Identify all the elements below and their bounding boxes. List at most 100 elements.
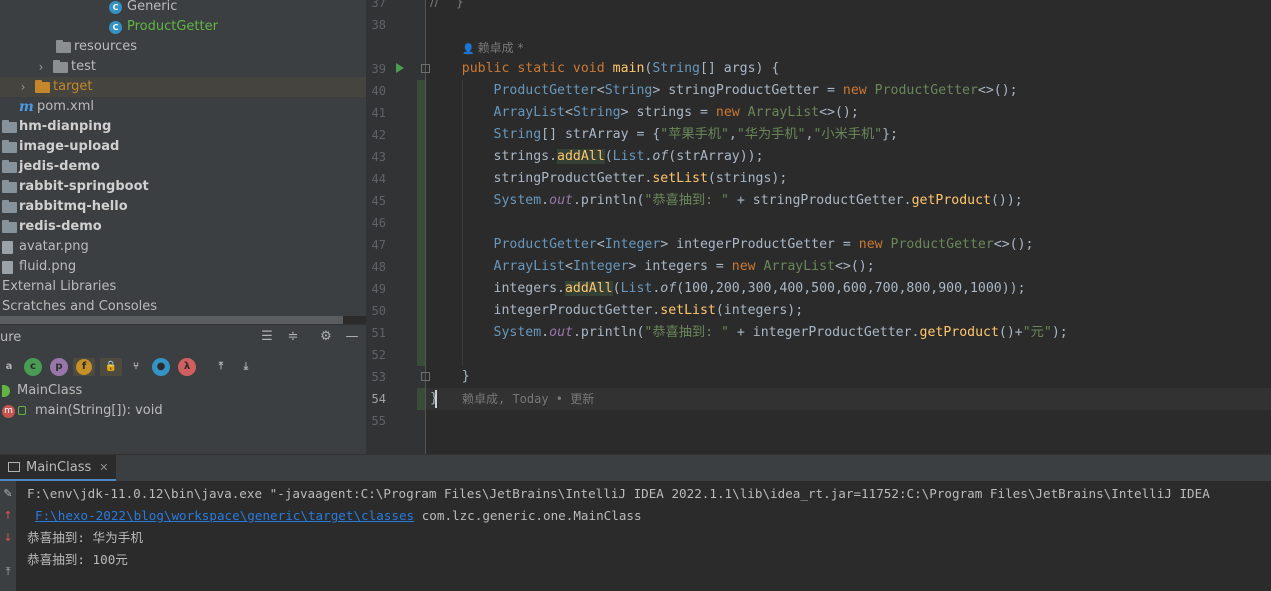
person-icon: 👤 xyxy=(462,44,478,55)
code-line[interactable]: ProductGetter<Integer> integerProductGet… xyxy=(430,234,1034,256)
tree-item[interactable]: avatar.png xyxy=(0,237,366,257)
public-lock-icon xyxy=(18,406,26,415)
run-gutter-icon[interactable] xyxy=(396,63,404,73)
tree-item[interactable]: › test xyxy=(0,57,366,77)
code-line[interactable]: // } xyxy=(430,0,464,14)
properties-icon[interactable]: p xyxy=(50,358,68,376)
minimize-icon[interactable]: — xyxy=(344,329,360,345)
line-number: 53 xyxy=(371,370,386,384)
chevron-right-icon[interactable]: › xyxy=(35,57,47,77)
down-arrow-icon[interactable]: ↓ xyxy=(2,531,14,545)
vcs-change-marker[interactable] xyxy=(417,80,425,366)
tree-item-label: test xyxy=(71,59,96,74)
chevron-right-icon[interactable]: › xyxy=(17,77,29,97)
tree-item[interactable]: Scratches and Consoles xyxy=(0,297,366,316)
image-file-icon xyxy=(2,241,13,254)
structure-method-row[interactable]: m main(String[]): void xyxy=(0,401,366,421)
tree-horizontal-scrollbar[interactable] xyxy=(0,316,343,324)
tree-item[interactable]: External Libraries xyxy=(0,277,366,297)
structure-panel-title: ure xyxy=(0,330,22,345)
line-number: 39 xyxy=(371,62,386,76)
anonymous-classes-icon[interactable]: ⑂ xyxy=(127,358,145,376)
tree-item-label: avatar.png xyxy=(19,239,89,254)
fold-marker-icon[interactable] xyxy=(421,64,430,73)
code-line[interactable]: integerProductGetter.setList(integers); xyxy=(430,300,804,322)
structure-class-row[interactable]: MainClass xyxy=(0,381,366,401)
folder-icon xyxy=(56,40,71,53)
wrench-icon[interactable]: ✎ xyxy=(2,487,14,501)
lambda-icon[interactable]: λ xyxy=(178,358,196,376)
code-line[interactable]: String[] strArray = {"苹果手机","华为手机","小米手机… xyxy=(430,124,898,146)
run-side-toolbar: ✎ ↑ ↓ ⤒ xyxy=(0,481,16,591)
code-line[interactable]: ArrayList<Integer> integers = new ArrayL… xyxy=(430,256,875,278)
lambdas-icon[interactable]: ● xyxy=(152,358,170,376)
module-folder-icon xyxy=(2,180,17,193)
code-line[interactable]: ArrayList<String> strings = new ArrayLis… xyxy=(430,102,859,124)
tree-item-label: resources xyxy=(74,39,138,54)
tree-item[interactable]: C ProductGetter xyxy=(0,17,366,37)
tree-item-label: hm-dianping xyxy=(19,119,112,134)
run-tab-label: MainClass xyxy=(26,460,92,475)
line-number: 46 xyxy=(371,216,386,230)
code-line[interactable]: strings.addAll(List.of(strArray)); xyxy=(430,146,764,168)
code-editor[interactable]: // } public static void main(String[] ar… xyxy=(366,0,1271,454)
excluded-folder-icon xyxy=(35,80,50,93)
main-class-text: com.lzc.generic.one.MainClass xyxy=(414,508,642,523)
classpath-link[interactable]: F:\hexo-2022\blog\workspace\generic\targ… xyxy=(35,508,414,523)
tree-item[interactable]: m pom.xml xyxy=(0,97,366,117)
structure-toolbar: a c p f 🔒 ⑂ ● λ ⤒ ⤓ xyxy=(0,354,366,380)
gear-icon[interactable]: ⚙ xyxy=(318,329,334,345)
tree-item[interactable]: jedis-demo xyxy=(0,157,366,177)
tree-item[interactable]: redis-demo xyxy=(0,217,366,237)
structure-class-label: MainClass xyxy=(17,383,83,398)
run-tab-mainclass[interactable]: MainClass ✕ xyxy=(0,455,117,481)
code-line[interactable]: ProductGetter<String> stringProductGette… xyxy=(430,80,1018,102)
console-line: F:\hexo-2022\blog\workspace\generic\targ… xyxy=(35,505,642,527)
line-number: 44 xyxy=(371,172,386,186)
class-icon: C xyxy=(109,21,122,34)
module-folder-icon xyxy=(2,220,17,233)
tree-item[interactable]: fluid.png xyxy=(0,257,366,277)
git-blame-hint[interactable]: 赖卓成, Today • 更新 xyxy=(462,388,594,410)
tree-item[interactable]: hm-dianping xyxy=(0,117,366,137)
tree-item[interactable]: › target xyxy=(0,77,366,97)
collapse-all-icon[interactable]: ≑ xyxy=(285,329,301,345)
vcs-change-marker-end[interactable] xyxy=(417,388,425,410)
code-line[interactable]: System.out.println("恭喜抽到: " + integerPro… xyxy=(430,322,1068,344)
line-number: 49 xyxy=(371,282,386,296)
tree-item[interactable]: image-upload xyxy=(0,137,366,157)
tree-item[interactable]: rabbit-springboot xyxy=(0,177,366,197)
tree-item-label: target xyxy=(53,79,93,94)
structure-method-label: main(String[]): void xyxy=(35,403,163,418)
code-line[interactable]: integers.addAll(List.of(100,200,300,400,… xyxy=(430,278,1026,300)
run-tab-bar: MainClass ✕ xyxy=(0,455,1271,481)
console-icon xyxy=(8,462,20,472)
expand-all-icon[interactable]: ☰ xyxy=(259,329,275,345)
sort-alpha-icon[interactable]: a xyxy=(0,358,18,376)
tree-item-label: image-upload xyxy=(19,139,120,154)
inherited-icon[interactable]: c xyxy=(24,358,42,376)
up-arrow-icon[interactable]: ↑ xyxy=(2,509,14,523)
folder-icon xyxy=(53,60,68,73)
image-file-icon xyxy=(2,261,13,274)
navigate-up-icon[interactable]: ⤒ xyxy=(212,358,230,376)
scroll-top-icon[interactable]: ⤒ xyxy=(2,565,14,579)
line-number: 51 xyxy=(371,326,386,340)
tree-item[interactable]: rabbitmq-hello xyxy=(0,197,366,217)
fold-marker-icon[interactable] xyxy=(421,372,430,381)
tree-item[interactable]: C Generic xyxy=(0,0,366,17)
author-hint[interactable]: 👤 赖卓成 * xyxy=(462,38,523,60)
console-line: F:\env\jdk-11.0.12\bin\java.exe "-javaag… xyxy=(27,486,1210,501)
tree-item[interactable]: resources xyxy=(0,37,366,57)
module-folder-icon xyxy=(2,160,17,173)
fields-icon[interactable]: f xyxy=(73,358,95,376)
tree-item-label: rabbitmq-hello xyxy=(19,199,128,214)
close-tab-icon[interactable]: ✕ xyxy=(99,461,108,474)
navigate-down-icon[interactable]: ⤓ xyxy=(237,358,255,376)
code-line[interactable]: } xyxy=(430,366,470,388)
code-line[interactable]: System.out.println("恭喜抽到: " + stringProd… xyxy=(430,190,1023,212)
code-line[interactable]: stringProductGetter.setList(strings); xyxy=(430,168,788,190)
code-line[interactable]: public static void main(String[] args) { xyxy=(430,58,780,80)
non-public-icon[interactable]: 🔒 xyxy=(100,358,122,376)
tree-item-label: Generic xyxy=(127,0,178,14)
